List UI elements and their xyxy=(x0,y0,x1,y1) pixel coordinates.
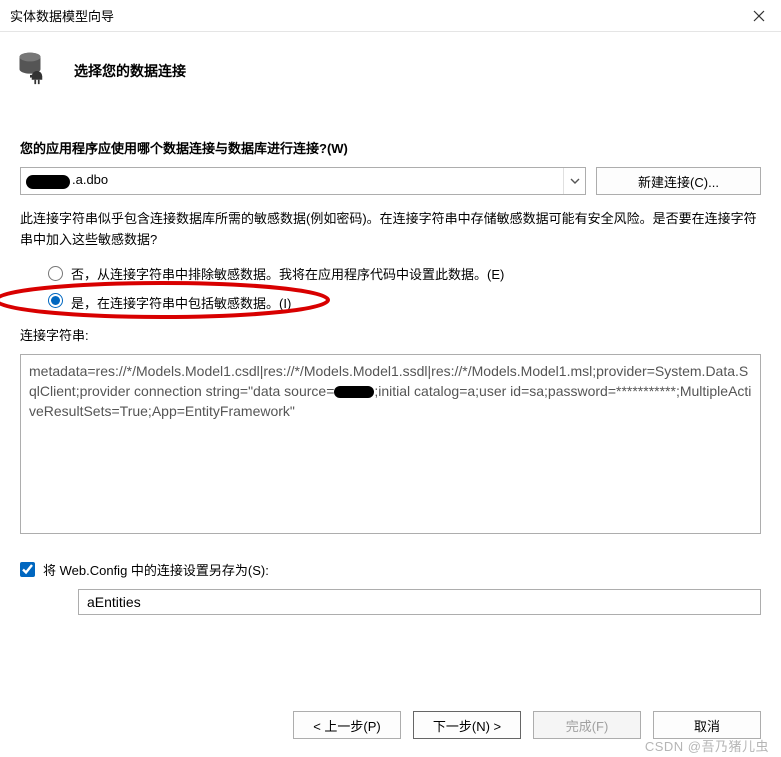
radio-exclude-label: 否，从连接字符串中排除敏感数据。我将在应用程序代码中设置此数据。(E) xyxy=(71,264,504,283)
redacted-prefix xyxy=(24,173,70,189)
prev-button[interactable]: < 上一步(P) xyxy=(293,711,401,739)
watermark: CSDN @吾乃猪儿虫 xyxy=(645,736,769,755)
radio-exclude-input[interactable] xyxy=(48,266,63,281)
save-settings-row: 将 Web.Config 中的连接设置另存为(S): xyxy=(20,560,761,579)
wizard-header: 选择您的数据连接 xyxy=(0,32,781,116)
sensitive-data-warning: 此连接字符串似乎包含连接数据库所需的敏感数据(例如密码)。在连接字符串中存储敏感… xyxy=(20,209,761,251)
radio-include-input[interactable] xyxy=(48,293,63,308)
radio-include-label: 是，在连接字符串中包括敏感数据。(I) xyxy=(71,293,291,312)
titlebar: 实体数据模型向导 xyxy=(0,0,781,32)
connection-row: .a.dbo 新建连接(C)... xyxy=(20,167,761,195)
redacted-source xyxy=(334,386,374,398)
finish-button: 完成(F) xyxy=(533,711,641,739)
save-settings-label: 将 Web.Config 中的连接设置另存为(S): xyxy=(43,560,269,579)
sensitive-data-radio-group: 否，从连接字符串中排除敏感数据。我将在应用程序代码中设置此数据。(E) 是，在连… xyxy=(20,259,761,317)
next-button[interactable]: 下一步(N) > xyxy=(413,711,521,739)
save-settings-checkbox[interactable] xyxy=(20,562,35,577)
connection-string-label: 连接字符串: xyxy=(20,325,761,344)
connection-name-input[interactable] xyxy=(78,589,761,615)
new-connection-button[interactable]: 新建连接(C)... xyxy=(596,167,761,195)
cancel-button[interactable]: 取消 xyxy=(653,711,761,739)
window-title: 实体数据模型向导 xyxy=(10,6,114,25)
radio-exclude-sensitive[interactable]: 否，从连接字符串中排除敏感数据。我将在应用程序代码中设置此数据。(E) xyxy=(20,259,761,288)
close-button[interactable] xyxy=(745,5,773,27)
wizard-footer: < 上一步(P) 下一步(N) > 完成(F) 取消 xyxy=(293,711,761,739)
connection-string-box[interactable]: metadata=res://*/Models.Model1.csdl|res:… xyxy=(20,354,761,534)
radio-include-sensitive[interactable]: 是，在连接字符串中包括敏感数据。(I) xyxy=(20,288,761,317)
connection-question: 您的应用程序应使用哪个数据连接与数据库进行连接?(W) xyxy=(20,138,761,157)
wizard-body: 您的应用程序应使用哪个数据连接与数据库进行连接?(W) .a.dbo 新建连接(… xyxy=(0,138,781,615)
page-title: 选择您的数据连接 xyxy=(74,61,186,81)
database-plug-icon xyxy=(16,50,58,92)
close-icon xyxy=(753,10,765,22)
connection-combobox[interactable]: .a.dbo xyxy=(20,167,586,195)
connection-text: .a.dbo xyxy=(72,172,108,187)
